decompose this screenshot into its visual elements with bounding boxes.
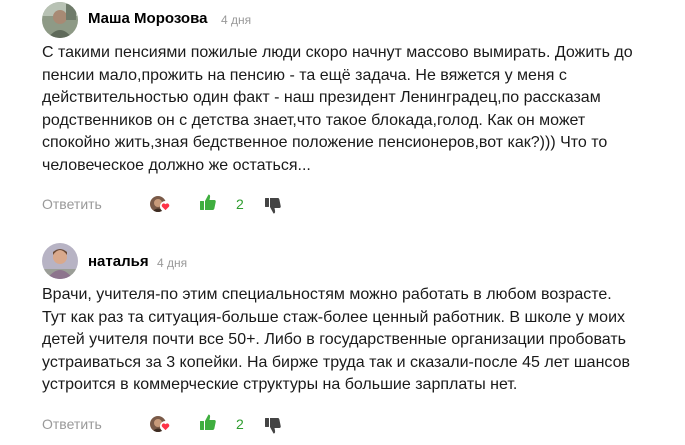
reply-button[interactable]: Ответить [42,196,102,212]
comment-text: Врачи, учителя-по этим специальностям мо… [42,284,652,397]
reactions-summary[interactable] [150,414,174,434]
comment-item: Маша Морозова 4 дня С такими пенсиями по… [0,0,685,228]
comment-text-line: устраиваться за 3 копейки. На бирже труд… [42,353,630,371]
comment-time: 4 дня [157,256,188,270]
thumbs-up-icon[interactable] [199,413,217,431]
comment-time: 4 дня [221,13,252,27]
author-name[interactable]: Маша Морозова [88,10,207,28]
like-count: 2 [236,416,244,432]
comment-item: наталья 4 дня Врачи, учителя-по этим спе… [0,238,685,445]
like-count: 2 [236,196,244,212]
thumbs-down-icon[interactable] [264,417,282,435]
heart-icon [160,421,171,432]
author-avatar[interactable] [42,243,78,279]
heart-icon [160,201,171,212]
comment-text-line: С такими пенсиями пожилые люди скоро нач… [42,44,633,61]
thumbs-down-icon[interactable] [264,197,282,215]
comment-text-line: спокойно жить,зная бедственное положение… [42,134,608,151]
reply-button[interactable]: Ответить [42,416,102,432]
author-name[interactable]: наталья [88,253,149,271]
comment-text-line: Тут как раз та ситуация-больше стаж-боле… [42,308,625,326]
comment-text-line: действительностью один факт - наш презид… [42,89,601,106]
comment-actions: Ответить 2 [0,412,685,436]
author-avatar[interactable] [42,2,78,38]
thumbs-up-icon[interactable] [199,193,217,211]
comment-text: С такими пенсиями пожилые люди скоро нач… [42,42,652,177]
comment-text-line: Врачи, учителя-по этим специальностям мо… [42,286,612,303]
reactions-summary[interactable] [150,194,174,214]
comment-actions: Ответить 2 [0,192,685,216]
comment-text-line: устроится в коммерческие структуры на бо… [42,376,518,393]
comment-text-line: детей учителя почти все 50+. Либо в госу… [42,331,626,348]
comment-text-line: человеческое должно же остаться... [42,156,311,174]
comment-text-line: пенсии мало,прожить на пенсию - та ещё з… [42,66,567,84]
comment-text-line: родственников он с детства знает,что так… [42,111,586,129]
